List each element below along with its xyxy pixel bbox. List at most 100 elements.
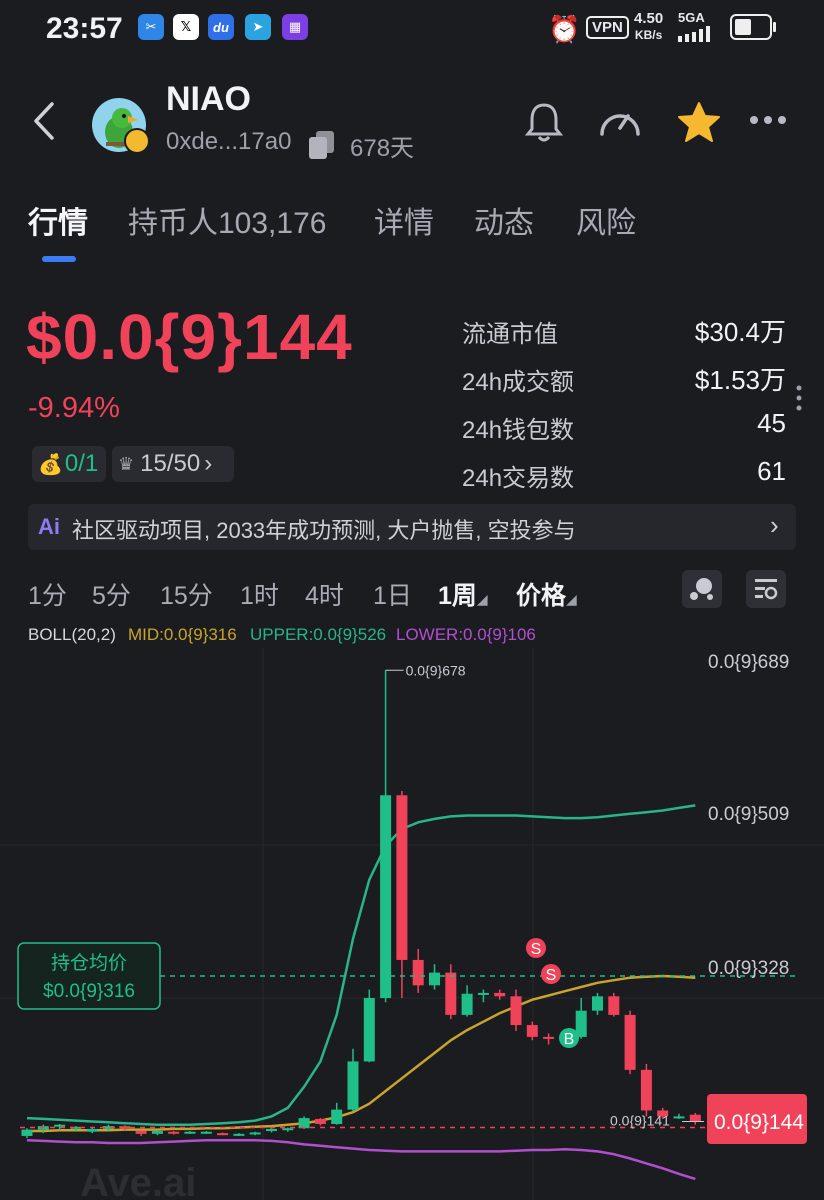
candle-body (266, 1128, 277, 1132)
chart-settings-button[interactable] (746, 570, 786, 608)
y-axis-label: 0.0{9}328 (708, 958, 789, 979)
stat-label: 24h交易数 (462, 465, 575, 492)
token-name: NIAO (166, 80, 251, 118)
candle-body (396, 795, 408, 960)
telegram-icon: ➤ (245, 14, 271, 40)
candle-body (461, 993, 473, 1015)
interval-1m[interactable]: 1分 (28, 576, 67, 612)
candle-body (54, 1124, 66, 1127)
interval-5m[interactable]: 5分 (92, 576, 131, 612)
candle-body (21, 1129, 33, 1136)
candle-body (314, 1118, 326, 1124)
price-change: -9.94% (28, 392, 120, 424)
copy-icon[interactable] (306, 128, 338, 160)
bell-icon[interactable] (522, 100, 566, 144)
trade-marker-label: S (531, 941, 542, 958)
current-price-tag-label: 0.0{9}144 (714, 1111, 804, 1134)
candle-body (282, 1128, 294, 1131)
x-app-icon: 𝕏 (173, 14, 199, 40)
back-button[interactable] (30, 100, 60, 142)
candle-body (608, 996, 620, 1015)
stat-value: $1.53万 (694, 365, 786, 395)
candle-body (331, 1109, 343, 1124)
ai-summary-text: 社区驱动项目, 2033年成功预测, 大户抛售, 空投参与 (72, 518, 576, 543)
interval-1d[interactable]: 1日 (373, 576, 412, 612)
candle-body (249, 1132, 261, 1135)
app-icon: ▦ (282, 14, 308, 40)
tab-market[interactable]: 行情 (28, 198, 88, 242)
candle-body (168, 1131, 180, 1134)
candle-body (298, 1118, 310, 1129)
current-price: $0.0{9}144 (26, 301, 353, 373)
du-app-icon: du (208, 14, 234, 40)
trade-marker-label: B (564, 1031, 575, 1048)
stat-value: 45 (757, 408, 786, 438)
candle-body (184, 1131, 196, 1134)
alarm-icon: ⏰ (548, 14, 581, 44)
indicator-toggle-button[interactable] (682, 570, 722, 608)
boll-upper: UPPER:0.0{9}526 (250, 625, 387, 644)
trade-marker-label: S (546, 967, 557, 984)
boll-mid: MID:0.0{9}316 (128, 625, 237, 644)
interval-15m[interactable]: 15分 (160, 576, 213, 612)
candle-body (445, 972, 457, 1015)
money-bag-icon: 💰 (38, 453, 63, 476)
candle-body (673, 1116, 685, 1119)
candle-body (543, 1036, 555, 1039)
y-axis-label: 0.0{9}509 (708, 804, 789, 825)
candle-body (510, 996, 522, 1026)
gauge-icon[interactable] (596, 100, 644, 144)
candles (21, 670, 701, 1139)
candle-body (233, 1133, 245, 1136)
token-address[interactable]: 0xde...17a0 (166, 128, 291, 156)
more-icon[interactable] (748, 114, 788, 126)
tab-holders[interactable]: 持币人103,176 (128, 198, 326, 242)
high-price-label: 0.0{9}678 (406, 662, 466, 678)
stat-value: $30.4万 (694, 317, 786, 347)
settings-icon (755, 579, 778, 600)
candle-body (494, 992, 506, 997)
candle-body (347, 1061, 359, 1110)
stat-label: 24h成交额 (462, 369, 575, 396)
candle-body (592, 996, 603, 1011)
interval-1w[interactable]: 1周◢ (438, 576, 488, 612)
chevron-right-icon: › (770, 510, 779, 540)
vpn-indicator: VPN (586, 16, 629, 39)
candle-body (363, 997, 375, 1062)
boll-lower: LOWER:0.0{9}106 (396, 625, 536, 644)
sniper-count: 0/1 (64, 450, 99, 477)
price-mode-dropdown[interactable]: 价格◢ (516, 576, 577, 612)
tab-details[interactable]: 详情 (374, 198, 434, 242)
crown-top-icon: ♛ (118, 453, 135, 474)
tab-activity[interactable]: 动态 (474, 198, 534, 242)
ai-icon: Ai (38, 514, 60, 539)
network-speed: 4.50 KB/s (634, 10, 664, 42)
candle-body (689, 1114, 701, 1122)
candle-body (151, 1131, 163, 1134)
top-holders-badge[interactable]: ♛ 15/50 › (112, 446, 234, 482)
signal-icon (678, 26, 710, 42)
candle-body (640, 1069, 652, 1111)
favorite-star-icon[interactable] (676, 100, 722, 144)
interval-1h[interactable]: 1时 (240, 576, 279, 612)
watermark: Ave.ai (80, 1161, 196, 1200)
candle-body (412, 959, 424, 986)
bubbles-icon (690, 578, 713, 600)
stat-label: 24h钱包数 (462, 417, 575, 444)
stat-value: 61 (757, 456, 786, 486)
interval-4h[interactable]: 4时 (305, 576, 344, 612)
candle-body (477, 992, 489, 995)
avg-cost-value: $0.0{9}316 (43, 981, 135, 1002)
price-chart[interactable]: Ave.ai SS B 0.0{9}689 0.0{9}509 0.0{9}328… (0, 648, 824, 1200)
bsc-chain-icon (124, 128, 150, 154)
candle-body (624, 1014, 636, 1070)
tab-risk[interactable]: 风险 (576, 198, 636, 242)
network-type: 5GA (678, 10, 705, 25)
candle-body (526, 1025, 538, 1037)
battery-icon (730, 14, 776, 40)
sniper-badge[interactable]: 💰 0/1 (32, 446, 106, 482)
stats-more-icon[interactable] (794, 384, 804, 412)
candle-body (86, 1128, 98, 1132)
top-holders-count: 15/50 (140, 450, 201, 477)
notification-app-icon: ✂ (138, 14, 164, 40)
